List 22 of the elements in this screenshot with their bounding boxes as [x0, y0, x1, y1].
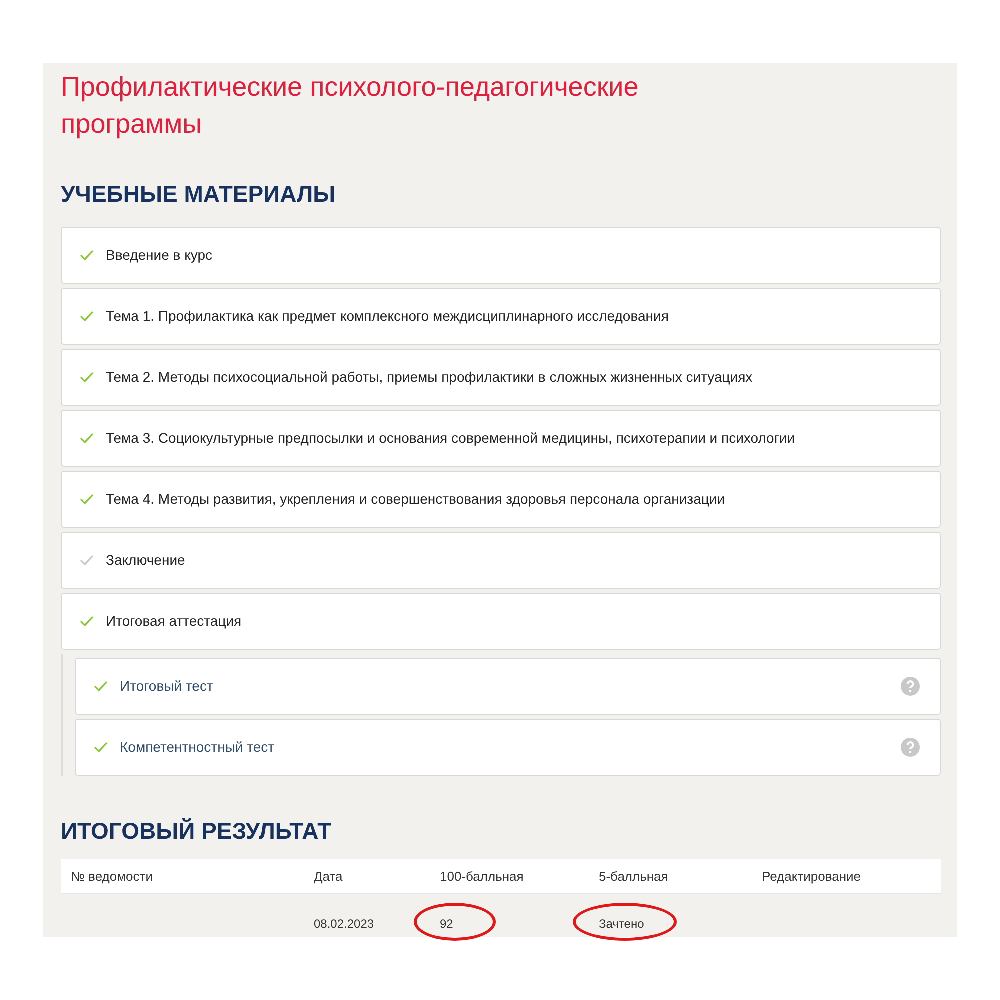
test-item[interactable]: Итоговый тест	[75, 658, 941, 715]
column-header: 100-балльная	[440, 868, 524, 884]
test-item[interactable]: Компетентностный тест	[75, 719, 941, 776]
material-item[interactable]: Заключение	[61, 532, 941, 589]
course-title: Профилактические психолого-педагогические программы	[61, 71, 640, 141]
column-header: Редактирование	[762, 868, 862, 884]
table-cell: Зачтено	[599, 917, 644, 931]
material-item[interactable]: Тема 3. Социокультурные предпосылки и основания современной медицины, психотерапии и психологии	[61, 410, 941, 467]
help-icon[interactable]	[901, 677, 920, 696]
material-item[interactable]: Введение в курс	[61, 227, 941, 284]
material-item[interactable]: Итоговая аттестация	[61, 593, 941, 650]
help-icon[interactable]	[901, 738, 920, 757]
table-cell: 08.02.2023	[314, 917, 374, 931]
material-item[interactable]: Тема 2. Методы психосоциальной работы, приемы профилактики в сложных жизненных ситуациях	[61, 349, 941, 406]
material-item[interactable]: Тема 1. Профилактика как предмет комплексного междисциплинарного исследования	[61, 288, 941, 345]
column-header: № ведомости	[70, 868, 153, 884]
column-header: 5-балльная	[599, 868, 668, 884]
column-header: Дата	[314, 868, 343, 884]
material-item[interactable]: Тема 4. Методы развития, укрепления и совершенствования здоровья персонала организации	[61, 471, 941, 528]
section-heading: УЧЕБНЫЕ МАТЕРИАЛЫ	[61, 180, 337, 209]
table-cell: 92	[440, 917, 454, 931]
section-heading: ИТОГОВЫЙ РЕЗУЛЬТАТ	[61, 817, 333, 846]
